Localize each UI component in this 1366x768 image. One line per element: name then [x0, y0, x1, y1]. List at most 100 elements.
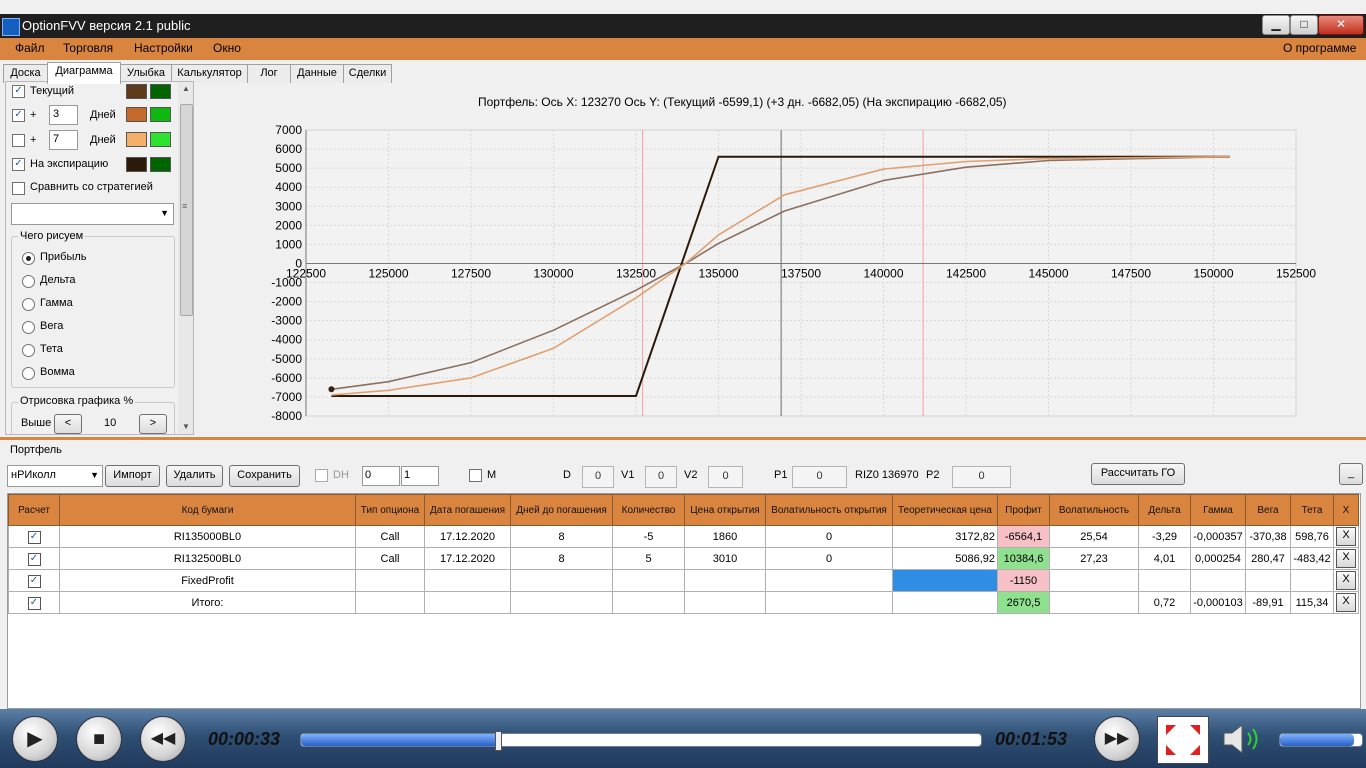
vega-cell[interactable]: -370,38 [1245, 525, 1291, 548]
header-gamma[interactable]: Гамма [1190, 494, 1246, 526]
save-button[interactable]: Сохранить [229, 465, 300, 487]
profit-cell[interactable]: 10384,6 [997, 547, 1050, 570]
plus7-color-1[interactable] [126, 132, 147, 147]
import-button[interactable]: Импорт [105, 465, 160, 487]
menu-trading[interactable]: Торговля [63, 41, 113, 55]
code-cell[interactable]: FixedProfit [59, 569, 356, 592]
delta-cell[interactable] [1138, 569, 1191, 592]
days-cell[interactable] [510, 569, 613, 592]
close-button[interactable]: ✕ [1318, 15, 1364, 35]
theta-cell[interactable]: -483,42 [1290, 547, 1334, 570]
vol-cell[interactable]: 25,54 [1049, 525, 1139, 548]
delta-cell[interactable]: -3,29 [1138, 525, 1191, 548]
radio-profit[interactable] [22, 252, 35, 265]
header-code[interactable]: Код бумаги [59, 494, 356, 526]
rewind-icon[interactable]: ◀◀ [140, 716, 186, 762]
radio-theta[interactable] [22, 344, 35, 357]
header-vega[interactable]: Вега [1245, 494, 1291, 526]
theo-cell[interactable] [892, 591, 998, 614]
theo-cell[interactable]: 3172,82 [892, 525, 998, 548]
calc-cell[interactable]: ✓ [8, 591, 60, 614]
p2-value[interactable]: 0 [952, 466, 1011, 488]
expiration-color-2[interactable] [150, 157, 171, 172]
header-open-vol[interactable]: Волатильность открытия [765, 494, 893, 526]
current-color-2[interactable] [150, 84, 171, 99]
header-theo[interactable]: Теоретическая цена [892, 494, 998, 526]
seek-handle[interactable] [495, 731, 503, 751]
calc-cell[interactable]: ✓ [8, 547, 60, 570]
portfolio-select[interactable]: нРИколл ▼ [7, 465, 103, 487]
vega-cell[interactable] [1245, 569, 1291, 592]
table-row[interactable]: ✓ RI135000BL0 Call 17.12.2020 8 -5 1860 0 3172,8… [8, 525, 1359, 548]
header-calc[interactable]: Расчет [8, 494, 60, 526]
open-price-cell[interactable]: 3010 [684, 547, 766, 570]
scroll-down-icon[interactable]: ▼ [182, 422, 190, 431]
scroll-up-icon[interactable]: ▲ [182, 84, 190, 93]
type-cell[interactable] [355, 569, 425, 592]
play-icon[interactable]: ▶ [12, 716, 58, 762]
open-price-cell[interactable] [684, 569, 766, 592]
radio-gamma[interactable] [22, 298, 35, 311]
expiration-color-1[interactable] [126, 157, 147, 172]
vol-cell[interactable]: 27,23 [1049, 547, 1139, 570]
plus7-checkbox[interactable] [12, 134, 25, 147]
open-vol-cell[interactable]: 0 [765, 525, 893, 548]
days-cell[interactable]: 8 [510, 525, 613, 548]
m-checkbox[interactable] [469, 469, 482, 482]
calc-cell[interactable]: ✓ [8, 569, 60, 592]
table-row[interactable]: ✓ RI132500BL0 Call 17.12.2020 8 5 3010 0 5086,92… [8, 547, 1359, 570]
maximize-button[interactable]: □ [1290, 15, 1318, 35]
calc-checkbox[interactable]: ✓ [27, 530, 41, 544]
qty-cell[interactable] [612, 591, 685, 614]
plus3-days-input[interactable]: 3 [49, 105, 78, 125]
header-date[interactable]: Дата погашения [424, 494, 511, 526]
plus3-checkbox[interactable]: ✓ [12, 109, 25, 122]
v2-value[interactable]: 0 [708, 466, 743, 488]
panel-splitter[interactable] [0, 437, 1366, 440]
plus7-color-2[interactable] [150, 132, 171, 147]
menu-window[interactable]: Окно [213, 41, 241, 55]
header-delta[interactable]: Дельта [1138, 494, 1191, 526]
code-cell[interactable]: Итого: [59, 591, 356, 614]
code-cell[interactable]: RI132500BL0 [59, 547, 356, 570]
scroll-thumb[interactable]: ≡ [180, 104, 193, 316]
seek-bar[interactable] [300, 731, 982, 751]
volume-icon[interactable] [1220, 723, 1264, 755]
dh-spin-1[interactable]: 0 [362, 466, 400, 486]
gamma-cell[interactable]: -0,000103 [1190, 591, 1246, 614]
vega-cell[interactable]: 280,47 [1245, 547, 1291, 570]
profit-cell[interactable]: -1150 [997, 569, 1050, 592]
open-vol-cell[interactable] [765, 591, 893, 614]
open-vol-cell[interactable]: 0 [765, 547, 893, 570]
qty-cell[interactable] [612, 569, 685, 592]
gamma-cell[interactable]: -0,000357 [1190, 525, 1246, 548]
tab-deals[interactable]: Сделки [343, 64, 392, 83]
theo-cell[interactable]: 5086,92 [892, 547, 998, 570]
table-row[interactable]: ✓ FixedProfit -1150 X [8, 569, 1359, 592]
menu-file[interactable]: Файл [15, 41, 45, 55]
qty-cell[interactable]: -5 [612, 525, 685, 548]
delete-button[interactable]: Удалить [166, 465, 223, 487]
theo-cell[interactable] [892, 569, 998, 592]
delete-row-button[interactable]: X [1336, 571, 1356, 590]
dh-checkbox[interactable] [315, 469, 328, 482]
plus3-color-1[interactable] [126, 107, 147, 122]
current-color-1[interactable] [126, 84, 147, 99]
gamma-cell[interactable]: 0,000254 [1190, 547, 1246, 570]
delta-cell[interactable]: 0,72 [1138, 591, 1191, 614]
plus7-days-input[interactable]: 7 [49, 130, 78, 150]
strategy-dropdown[interactable]: ▼ [11, 203, 174, 225]
delete-row-button[interactable]: X [1336, 593, 1356, 612]
payoff-chart[interactable]: 70006000500040003000200010000-1000-2000-… [196, 84, 1366, 434]
date-cell[interactable]: 17.12.2020 [424, 547, 511, 570]
current-checkbox[interactable]: ✓ [12, 85, 25, 98]
qty-cell[interactable]: 5 [612, 547, 685, 570]
calc-checkbox[interactable]: ✓ [27, 552, 41, 566]
open-price-cell[interactable] [684, 591, 766, 614]
header-profit[interactable]: Профит [997, 494, 1050, 526]
days-cell[interactable] [510, 591, 613, 614]
theta-cell[interactable] [1290, 569, 1334, 592]
gamma-cell[interactable] [1190, 569, 1246, 592]
delete-row-button[interactable]: X [1336, 549, 1356, 568]
volume-slider[interactable] [1279, 733, 1363, 747]
